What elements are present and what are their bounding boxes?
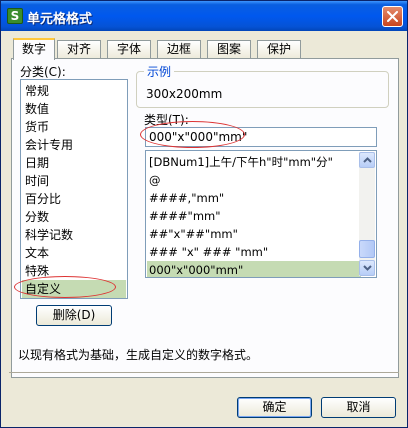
- category-item-custom[interactable]: 自定义: [22, 280, 126, 298]
- delete-button[interactable]: 删除(D): [36, 305, 112, 326]
- app-icon: S: [7, 8, 23, 24]
- format-item[interactable]: @: [149, 171, 161, 189]
- cancel-button[interactable]: 取消: [321, 397, 396, 418]
- category-item-time[interactable]: 时间: [25, 172, 49, 190]
- format-item[interactable]: [DBNum1]上午/下午h"时"mm"分": [149, 153, 333, 171]
- category-item-scientific[interactable]: 科学记数: [25, 226, 73, 244]
- tab-alignment[interactable]: 对齐: [57, 40, 101, 59]
- sample-label: 示例: [144, 63, 175, 80]
- tab-protection[interactable]: 保护: [257, 40, 301, 59]
- tab-pattern[interactable]: 图案: [207, 40, 251, 59]
- category-item-text[interactable]: 文本: [25, 244, 49, 262]
- format-list-scrollbar[interactable]: [359, 152, 375, 276]
- close-icon: [387, 11, 398, 22]
- number-tab-panel: 分类(C): 常规 数值 货币 会计专用 日期 时间 百分比 分数 科学记数 文…: [11, 58, 399, 378]
- tab-number[interactable]: 数字: [13, 38, 55, 60]
- cell-format-dialog: S 单元格格式 数字 对齐 字体 边框 图案 保护 分类(C): 常规 数值 货…: [0, 0, 408, 428]
- format-item[interactable]: ####"mm": [149, 207, 221, 225]
- category-label: 分类(C):: [20, 65, 66, 79]
- category-item-number[interactable]: 数值: [25, 100, 49, 118]
- scroll-up-button[interactable]: [359, 152, 375, 168]
- type-input[interactable]: 000"x"000"mm": [145, 127, 377, 147]
- scroll-down-button[interactable]: [359, 260, 375, 276]
- close-button[interactable]: [382, 6, 403, 27]
- tab-font[interactable]: 字体: [107, 40, 151, 59]
- dialog-title: 单元格格式: [27, 12, 93, 27]
- category-item-general[interactable]: 常规: [25, 82, 49, 100]
- tab-border[interactable]: 边框: [157, 40, 201, 59]
- chevron-down-icon: [363, 265, 372, 271]
- ok-button[interactable]: 确定: [237, 397, 312, 418]
- category-item-currency[interactable]: 货币: [25, 118, 49, 136]
- format-item[interactable]: ##"x"##"mm": [149, 225, 238, 243]
- format-list[interactable]: [DBNum1]上午/下午h"时"mm"分" @ ####,"mm" ####"…: [145, 150, 377, 278]
- category-item-special[interactable]: 特殊: [25, 262, 49, 280]
- category-item-fraction[interactable]: 分数: [25, 208, 49, 226]
- category-item-percentage[interactable]: 百分比: [25, 190, 61, 208]
- format-item[interactable]: ####,"mm": [149, 189, 224, 207]
- title-bar[interactable]: S 单元格格式: [1, 1, 407, 31]
- type-label: 类型(T):: [144, 113, 189, 127]
- category-item-accounting[interactable]: 会计专用: [25, 136, 73, 154]
- category-item-date[interactable]: 日期: [25, 154, 49, 172]
- category-list[interactable]: 常规 数值 货币 会计专用 日期 时间 百分比 分数 科学记数 文本 特殊 自定…: [20, 79, 128, 299]
- format-item-selected[interactable]: 000"x"000"mm": [147, 261, 361, 277]
- format-item[interactable]: ### "x" ### "mm": [149, 243, 268, 261]
- scroll-thumb[interactable]: [359, 240, 375, 258]
- sample-value: 300x200mm: [146, 87, 223, 101]
- chevron-up-icon: [363, 157, 372, 163]
- footer-divider: [9, 372, 399, 373]
- description-text: 以现有格式为基础，生成自定义的数字格式。: [18, 348, 259, 362]
